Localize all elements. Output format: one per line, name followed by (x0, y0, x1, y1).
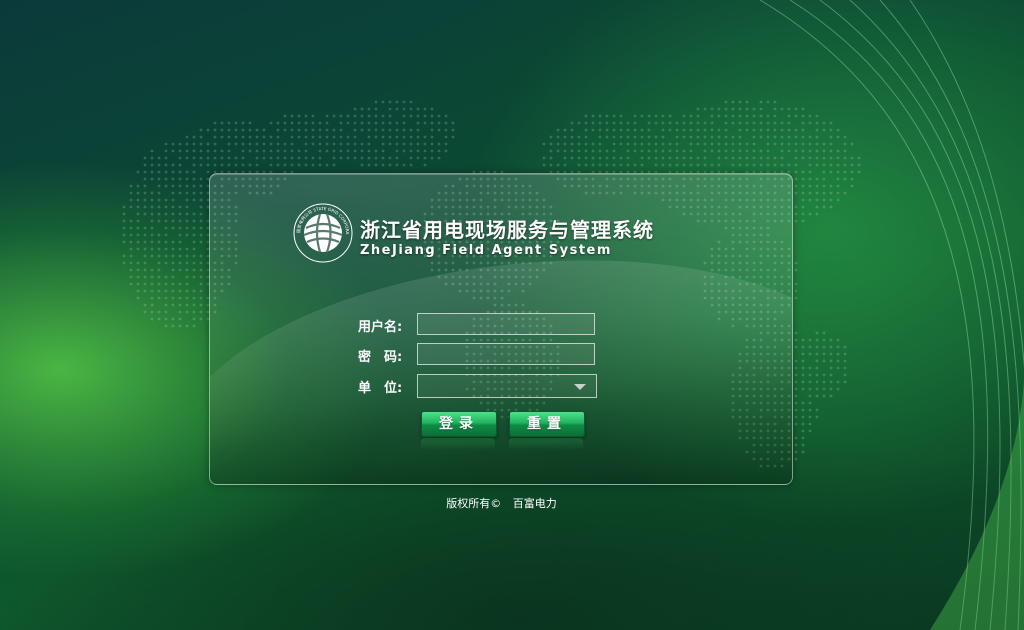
login-button-reflection (421, 438, 495, 450)
company-name: 百富电力 (512, 497, 557, 510)
copyright-text: 版权所有© (446, 497, 502, 510)
state-grid-logo-icon: 国家电网公司 STATE GRID CORPORATION OF CHINA (292, 202, 353, 263)
unit-label: 单 位: (358, 381, 403, 396)
password-label: 密 码: (358, 350, 403, 365)
unit-select[interactable] (417, 374, 597, 398)
password-input[interactable] (417, 343, 595, 365)
reset-button-reflection (509, 438, 583, 450)
chevron-down-icon[interactable] (574, 384, 586, 390)
username-input[interactable] (417, 313, 595, 335)
login-panel: 国家电网公司 STATE GRID CORPORATION OF CHINA 浙… (209, 173, 793, 485)
login-button[interactable]: 登录 (421, 411, 497, 437)
system-title: 浙江省用电现场服务与管理系统 (360, 218, 654, 242)
username-label: 用户名: (358, 320, 403, 335)
login-screen: 国家电网公司 STATE GRID CORPORATION OF CHINA 浙… (0, 0, 1024, 630)
system-subtitle: ZheJiang Field Agent System (360, 243, 612, 258)
reset-button[interactable]: 重置 (509, 411, 585, 437)
copyright-footer: 版权所有© 百富电力 (0, 495, 1003, 511)
